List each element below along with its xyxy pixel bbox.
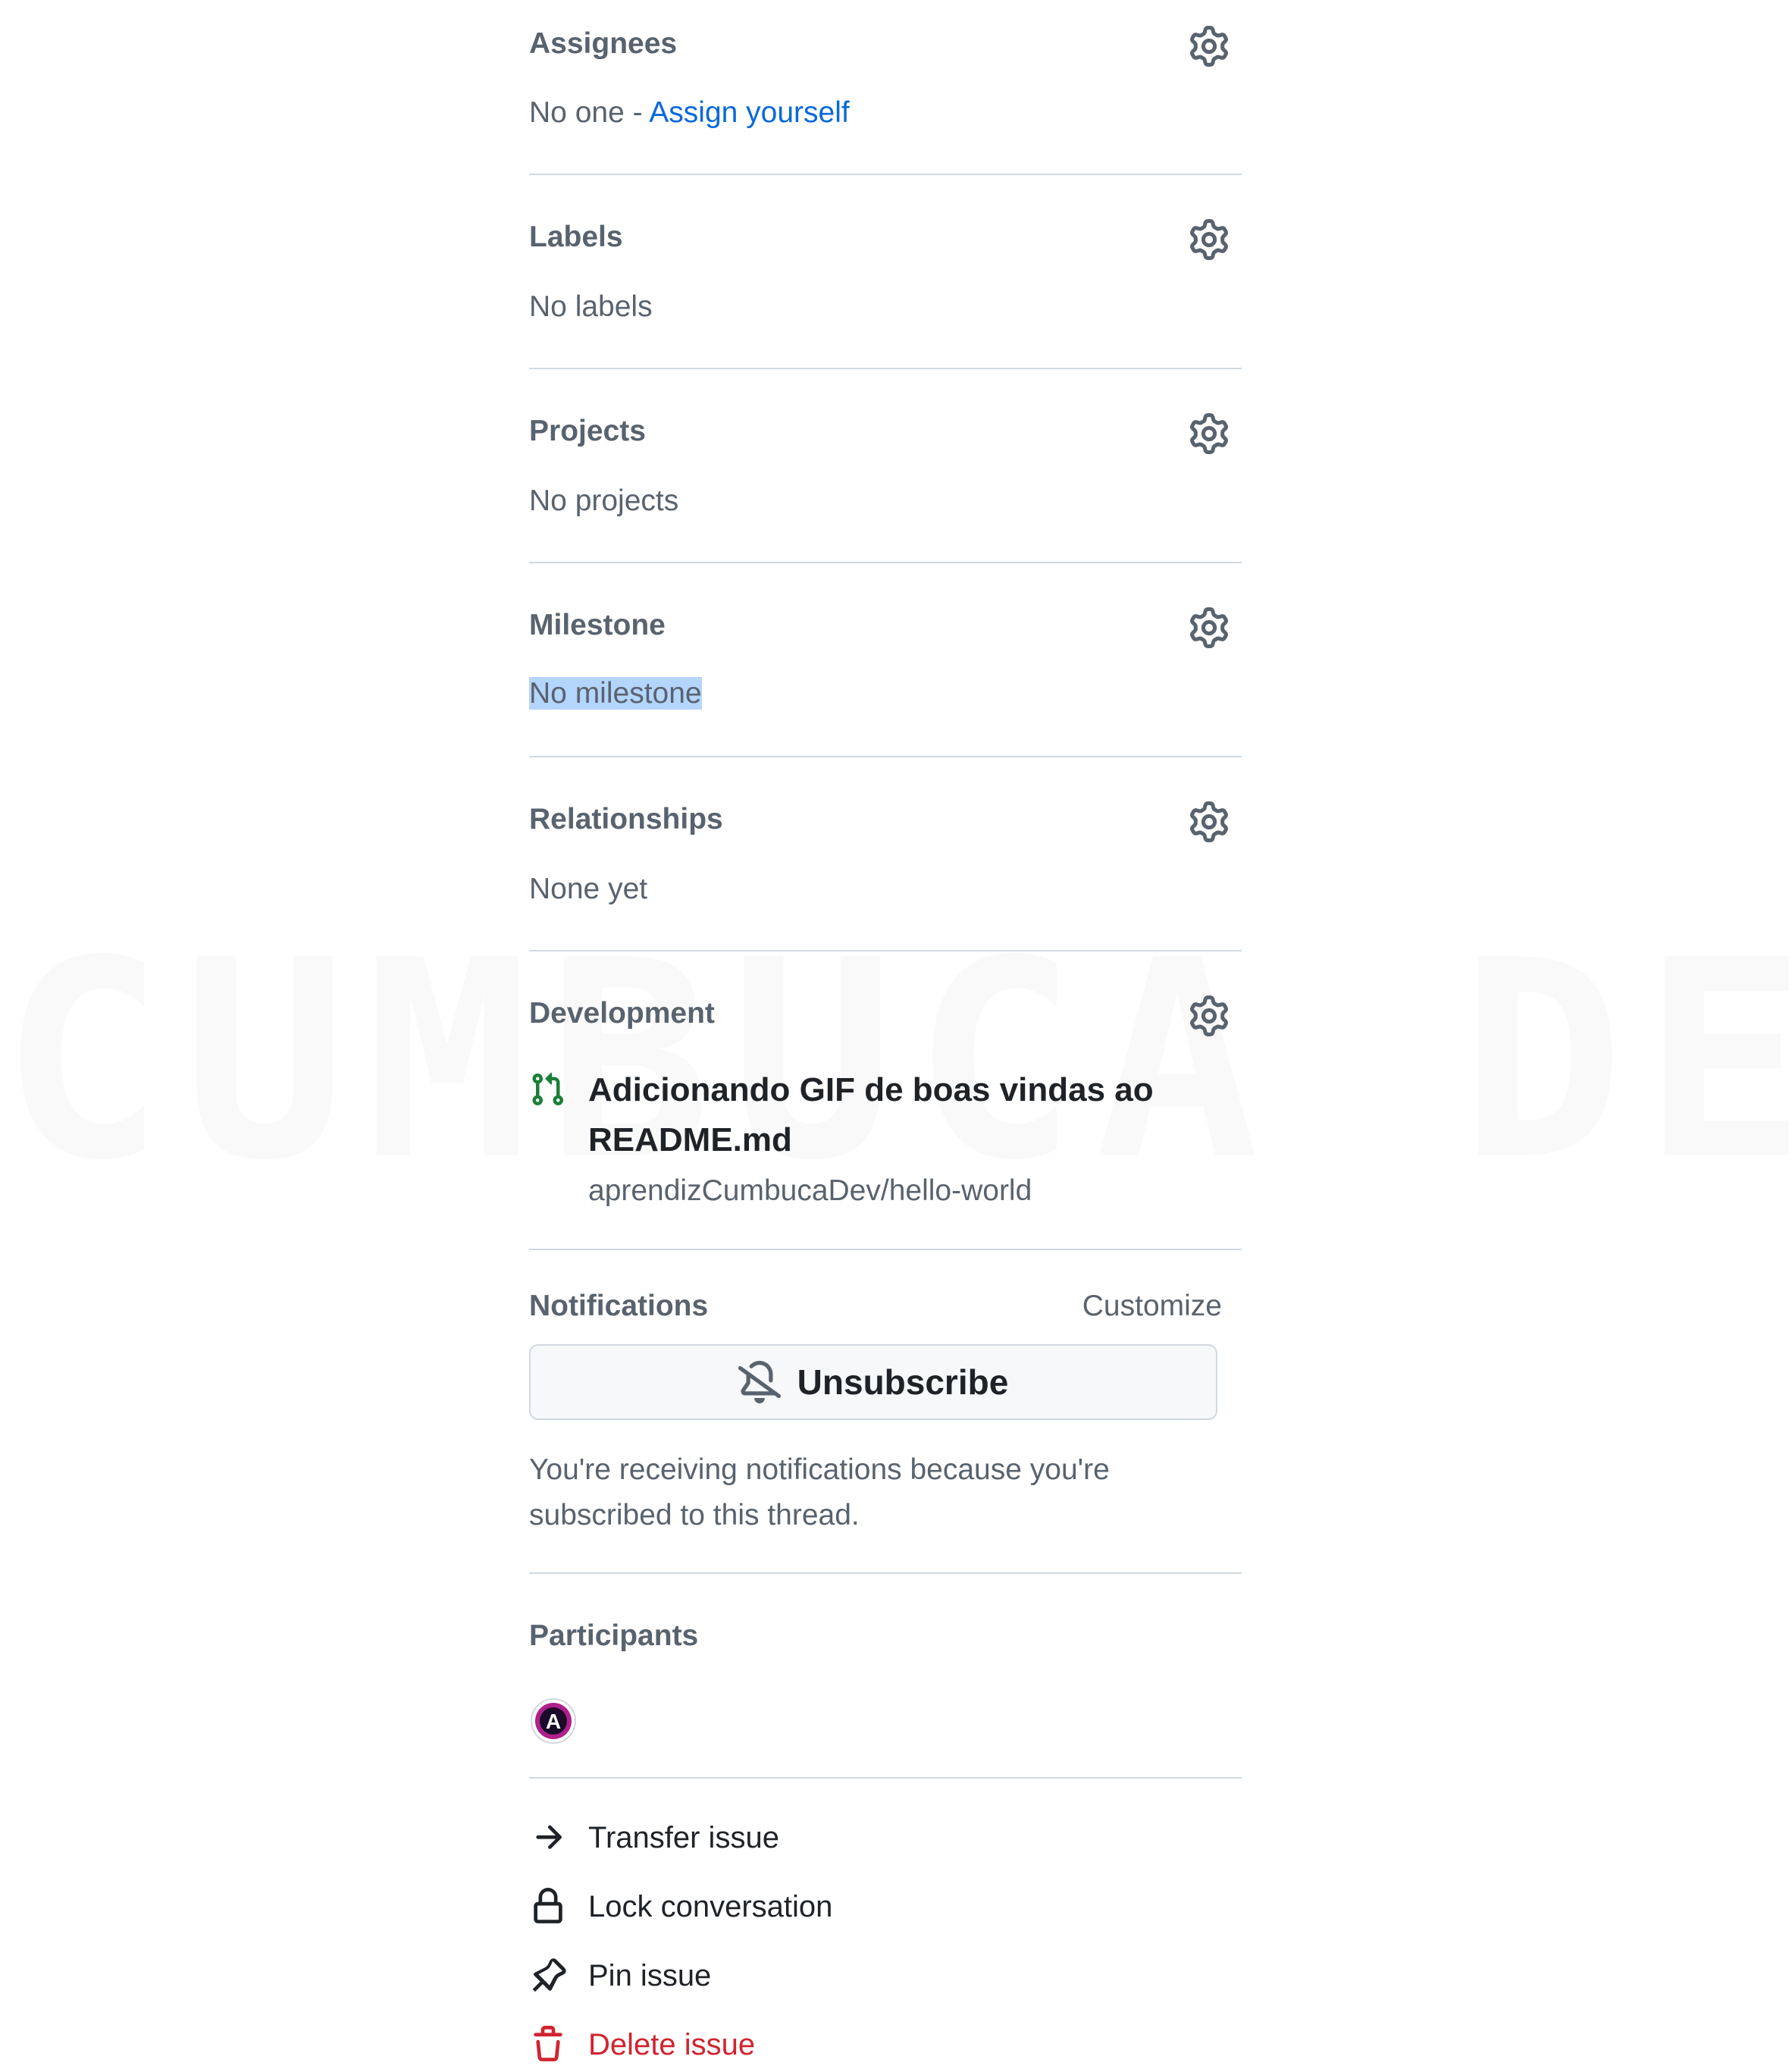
labels-heading: Labels [529, 221, 623, 253]
relationships-heading: Relationships [529, 803, 723, 835]
participants-section: Participants A [529, 1574, 1242, 1779]
projects-heading: Projects [529, 415, 646, 447]
unsubscribe-button[interactable]: Unsubscribe [529, 1344, 1217, 1420]
issue-sidebar: Assignees No one - Assign yourself Label… [529, 0, 1242, 2061]
projects-section: Projects No projects [529, 369, 1242, 563]
pin-issue-action[interactable]: Pin issue [529, 1953, 711, 1998]
pr-repo-name: aprendizCumbucaDev/hello-world [588, 1174, 1032, 1207]
milestone-value: No milestone [529, 677, 702, 710]
pin-icon [532, 1958, 566, 1992]
assignees-heading: Assignees [529, 27, 678, 60]
development-section: Development Adicionando GIF de boas vind… [529, 951, 1242, 1250]
lock-icon [534, 1888, 562, 1923]
gear-icon [1190, 607, 1228, 648]
avatar-letter: A [546, 1710, 561, 1733]
gear-icon [1190, 995, 1228, 1036]
pr-title-link[interactable]: Adicionando GIF de boas vindas ao README… [588, 1065, 1210, 1165]
gear-icon [1190, 801, 1228, 842]
bell-slash-icon [738, 1361, 781, 1403]
relationships-section: Relationships None yet [529, 757, 1242, 951]
relationships-gear-icon[interactable] [1189, 801, 1230, 842]
assignees-section: Assignees No one - Assign yourself [529, 0, 1242, 175]
pin-issue-label: Pin issue [588, 1958, 712, 1992]
notifications-heading: Notifications [529, 1290, 709, 1322]
milestone-gear-icon[interactable] [1189, 607, 1230, 648]
arrow-right-icon [536, 1825, 562, 1849]
lock-conversation-label: Lock conversation [588, 1889, 833, 1923]
participant-avatar[interactable]: A [531, 1698, 576, 1744]
assignees-value: No one - Assign yourself [529, 96, 850, 130]
transfer-issue-label: Transfer issue [588, 1820, 779, 1854]
development-heading: Development [529, 997, 715, 1030]
gear-icon [1190, 26, 1228, 67]
participants-heading: Participants [529, 1619, 699, 1652]
projects-value: No projects [529, 484, 679, 517]
labels-section: Labels No labels [529, 175, 1242, 369]
assign-yourself-link[interactable]: Assign yourself [649, 96, 849, 129]
customize-link[interactable]: Customize [1082, 1290, 1222, 1323]
development-gear-icon[interactable] [1189, 995, 1230, 1036]
page: CUMBUCA DEV Assignees No one - Assign yo… [0, 0, 1792, 2072]
trash-icon [534, 2026, 562, 2061]
unsubscribe-label: Unsubscribe [797, 1362, 1009, 1402]
assignees-empty-text: No one - [529, 96, 643, 129]
milestone-heading: Milestone [529, 609, 666, 641]
relationships-value: None yet [529, 873, 648, 905]
gear-icon [1190, 219, 1228, 260]
avatar-image: A [531, 1698, 576, 1744]
labels-value: No labels [529, 290, 653, 323]
lock-conversation-action[interactable]: Lock conversation [529, 1884, 832, 1929]
projects-gear-icon[interactable] [1189, 413, 1230, 454]
labels-gear-icon[interactable] [1189, 219, 1230, 260]
assignees-gear-icon[interactable] [1189, 26, 1230, 67]
delete-issue-label: Delete issue [588, 2027, 756, 2061]
milestone-section: Milestone No milestone [529, 563, 1242, 757]
delete-issue-action[interactable]: Delete issue [529, 2022, 755, 2067]
milestone-selected-text: No milestone [529, 677, 702, 710]
gear-icon [1190, 413, 1228, 454]
notifications-section: Notifications Customize Unsubscribe You'… [529, 1250, 1242, 1574]
notifications-reason-text: You're receiving notifications because y… [529, 1453, 1110, 1531]
transfer-issue-action[interactable]: Transfer issue [529, 1815, 779, 1860]
git-pull-request-icon [532, 1072, 564, 1106]
